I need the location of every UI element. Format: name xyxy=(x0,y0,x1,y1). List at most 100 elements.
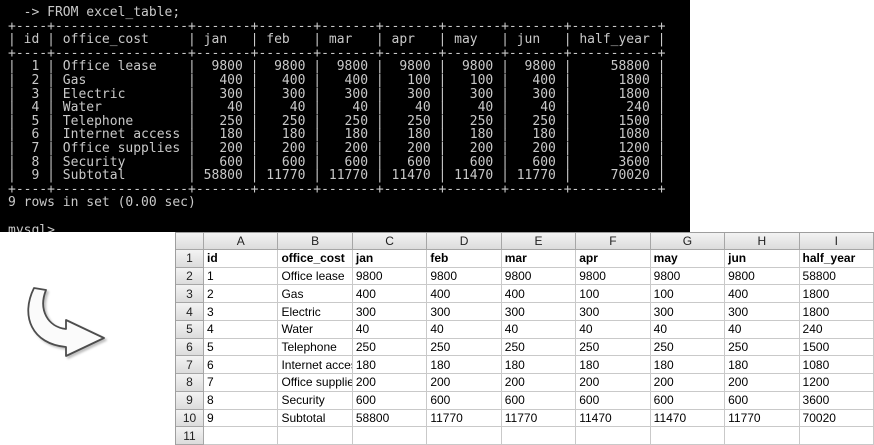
row-header-11[interactable]: 11 xyxy=(176,427,204,445)
column-header-F[interactable]: F xyxy=(576,233,651,250)
cell-H2[interactable]: 9800 xyxy=(725,267,800,286)
cell-H11[interactable] xyxy=(725,427,800,445)
cell-G5[interactable]: 40 xyxy=(650,320,726,339)
cell-H8[interactable]: 200 xyxy=(725,374,800,392)
cell-F2[interactable]: 9800 xyxy=(576,267,651,286)
cell-G6[interactable]: 250 xyxy=(650,338,726,357)
cell-H9[interactable]: 600 xyxy=(725,391,800,410)
cell-A8[interactable]: 7 xyxy=(204,374,279,392)
cell-B2[interactable]: Office lease xyxy=(278,267,353,286)
cell-G3[interactable]: 100 xyxy=(650,285,726,304)
cell-D10[interactable]: 11770 xyxy=(427,409,502,428)
cell-D8[interactable]: 200 xyxy=(427,374,502,392)
cell-I5[interactable]: 240 xyxy=(799,320,874,339)
cell-I10[interactable]: 70020 xyxy=(799,409,874,428)
column-header-C[interactable]: C xyxy=(352,233,428,250)
cell-G9[interactable]: 600 xyxy=(650,391,726,410)
cell-G4[interactable]: 300 xyxy=(650,303,726,321)
cell-H3[interactable]: 400 xyxy=(725,285,800,304)
cell-A7[interactable]: 6 xyxy=(204,356,279,375)
column-header-E[interactable]: E xyxy=(501,233,577,250)
cell-E10[interactable]: 11770 xyxy=(501,409,577,428)
cell-C11[interactable] xyxy=(352,427,428,445)
column-header-B[interactable]: B xyxy=(278,233,353,250)
cell-I1[interactable]: half_year xyxy=(799,250,874,268)
row-header-8[interactable]: 8 xyxy=(176,374,204,392)
row-header-7[interactable]: 7 xyxy=(176,356,204,375)
cell-F1[interactable]: apr xyxy=(576,250,651,268)
cell-C10[interactable]: 58800 xyxy=(352,409,428,428)
cell-E5[interactable]: 40 xyxy=(501,320,577,339)
cell-F3[interactable]: 100 xyxy=(576,285,651,304)
cell-E9[interactable]: 600 xyxy=(501,391,577,410)
cell-C2[interactable]: 9800 xyxy=(352,267,428,286)
cell-B8[interactable]: Office supplies xyxy=(278,374,353,392)
cell-H4[interactable]: 300 xyxy=(725,303,800,321)
cell-F5[interactable]: 40 xyxy=(576,320,651,339)
row-header-2[interactable]: 2 xyxy=(176,267,204,286)
cell-F6[interactable]: 250 xyxy=(576,338,651,357)
cell-A2[interactable]: 1 xyxy=(204,267,279,286)
cell-I7[interactable]: 1080 xyxy=(799,356,874,375)
row-header-5[interactable]: 5 xyxy=(176,320,204,339)
cell-C6[interactable]: 250 xyxy=(352,338,428,357)
cell-A10[interactable]: 9 xyxy=(204,409,279,428)
cell-E3[interactable]: 400 xyxy=(501,285,577,304)
column-header-G[interactable]: G xyxy=(650,233,726,250)
cell-B6[interactable]: Telephone xyxy=(278,338,353,357)
cell-F4[interactable]: 300 xyxy=(576,303,651,321)
cell-I2[interactable]: 58800 xyxy=(799,267,874,286)
cell-I9[interactable]: 3600 xyxy=(799,391,874,410)
cell-C8[interactable]: 200 xyxy=(352,374,428,392)
cell-A9[interactable]: 8 xyxy=(204,391,279,410)
cell-B9[interactable]: Security xyxy=(278,391,353,410)
cell-D6[interactable]: 250 xyxy=(427,338,502,357)
cell-C9[interactable]: 600 xyxy=(352,391,428,410)
column-header-H[interactable]: H xyxy=(725,233,800,250)
cell-E11[interactable] xyxy=(501,427,577,445)
cell-G7[interactable]: 180 xyxy=(650,356,726,375)
cell-G2[interactable]: 9800 xyxy=(650,267,726,286)
cell-C7[interactable]: 180 xyxy=(352,356,428,375)
cell-C5[interactable]: 40 xyxy=(352,320,428,339)
cell-D1[interactable]: feb xyxy=(427,250,502,268)
cell-H1[interactable]: jun xyxy=(725,250,800,268)
column-header-A[interactable]: A xyxy=(204,233,279,250)
row-header-6[interactable]: 6 xyxy=(176,338,204,357)
cell-B3[interactable]: Gas xyxy=(278,285,353,304)
cell-D5[interactable]: 40 xyxy=(427,320,502,339)
cell-F11[interactable] xyxy=(576,427,651,445)
cell-G11[interactable] xyxy=(650,427,726,445)
column-header-D[interactable]: D xyxy=(427,233,502,250)
cell-A6[interactable]: 5 xyxy=(204,338,279,357)
cell-C3[interactable]: 400 xyxy=(352,285,428,304)
cell-H6[interactable]: 250 xyxy=(725,338,800,357)
cell-A11[interactable] xyxy=(204,427,279,445)
cell-D2[interactable]: 9800 xyxy=(427,267,502,286)
cell-I4[interactable]: 1800 xyxy=(799,303,874,321)
row-header-3[interactable]: 3 xyxy=(176,285,204,304)
cell-A4[interactable]: 3 xyxy=(204,303,279,321)
row-header-1[interactable]: 1 xyxy=(176,250,204,268)
cell-E4[interactable]: 300 xyxy=(501,303,577,321)
cell-B7[interactable]: Internet access xyxy=(278,356,353,375)
cell-D11[interactable] xyxy=(427,427,502,445)
cell-D4[interactable]: 300 xyxy=(427,303,502,321)
cell-F7[interactable]: 180 xyxy=(576,356,651,375)
cell-C1[interactable]: jan xyxy=(352,250,428,268)
cell-B10[interactable]: Subtotal xyxy=(278,409,353,428)
row-header-9[interactable]: 9 xyxy=(176,391,204,410)
cell-I11[interactable] xyxy=(799,427,874,445)
cell-F10[interactable]: 11470 xyxy=(576,409,651,428)
cell-F8[interactable]: 200 xyxy=(576,374,651,392)
row-header-10[interactable]: 10 xyxy=(176,409,204,428)
cell-B5[interactable]: Water xyxy=(278,320,353,339)
cell-E6[interactable]: 250 xyxy=(501,338,577,357)
cell-C4[interactable]: 300 xyxy=(352,303,428,321)
cell-H10[interactable]: 11770 xyxy=(725,409,800,428)
cell-A3[interactable]: 2 xyxy=(204,285,279,304)
column-header-I[interactable]: I xyxy=(799,233,874,250)
cell-A5[interactable]: 4 xyxy=(204,320,279,339)
cell-I3[interactable]: 1800 xyxy=(799,285,874,304)
cell-G10[interactable]: 11470 xyxy=(650,409,726,428)
